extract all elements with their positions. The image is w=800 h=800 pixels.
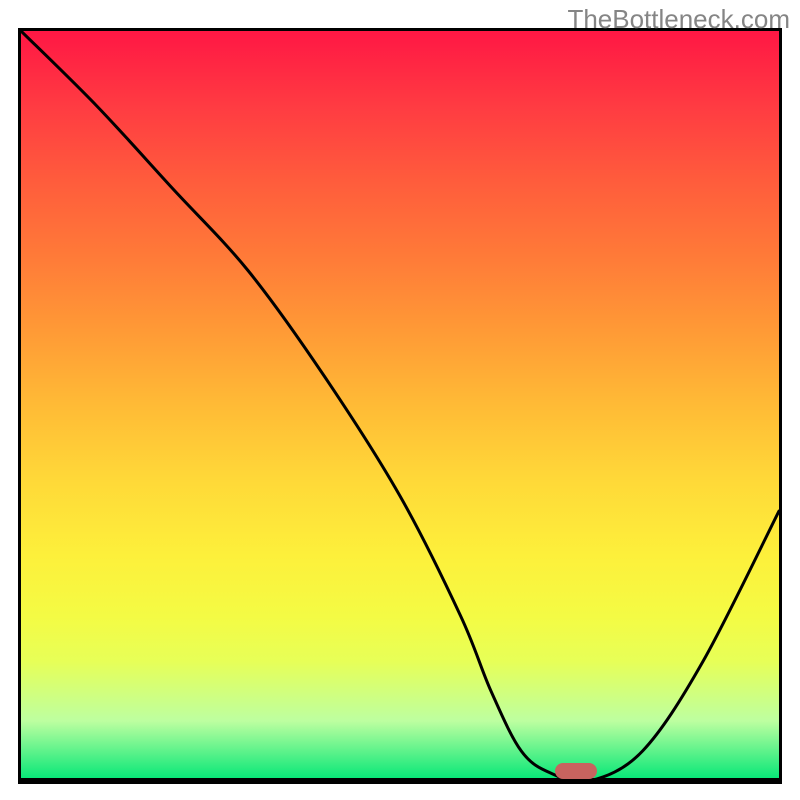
- optimal-marker: [555, 763, 597, 779]
- x-axis-baseline: [21, 778, 779, 781]
- chart-frame: TheBottleneck.com: [0, 0, 800, 800]
- bottleneck-curve: [21, 31, 779, 781]
- watermark-text: TheBottleneck.com: [567, 4, 790, 35]
- plot-area: [18, 28, 782, 784]
